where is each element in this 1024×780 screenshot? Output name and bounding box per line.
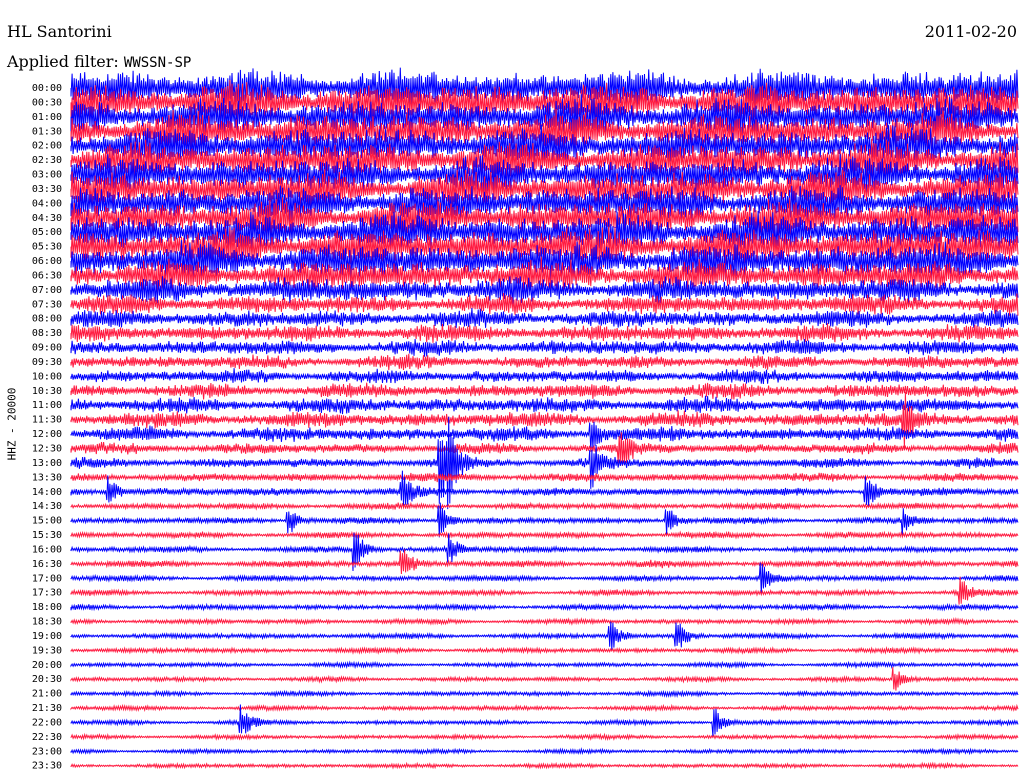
trace-row-2130 (70, 703, 1019, 713)
time-tick-label: 08:30 (32, 328, 62, 339)
time-tick-label: 06:00 (32, 256, 62, 267)
time-tick-label: 08:00 (32, 314, 62, 325)
time-tick-label: 10:00 (32, 371, 62, 382)
time-tick-label: 14:30 (32, 501, 62, 512)
trace-row-1100 (70, 395, 1019, 415)
time-tick-label: 18:30 (32, 617, 62, 628)
trace-row-0930 (70, 353, 1019, 371)
time-tick-label: 04:30 (32, 213, 62, 224)
time-tick-label: 04:00 (32, 198, 62, 209)
time-tick-label: 19:30 (32, 645, 62, 656)
trace-row-1130 (70, 391, 1019, 449)
time-tick-label: 20:30 (32, 674, 62, 685)
time-tick-label: 23:00 (32, 746, 62, 757)
trace-row-2100 (70, 689, 1019, 699)
trace-row-0800 (70, 307, 1019, 328)
time-tick-label: 10:30 (32, 386, 62, 397)
time-tick-label: 11:00 (32, 400, 62, 411)
time-tick-label: 20:00 (32, 660, 62, 671)
trace-row-1900 (70, 621, 1019, 651)
trace-row-1330 (70, 472, 1019, 483)
time-tick-label: 12:00 (32, 429, 62, 440)
time-tick-label: 22:30 (32, 732, 62, 743)
helicorder-plot: 00:00 00:30 01:00 01:30 02:00 02:30 03:00 03:30… (32, 67, 1019, 772)
time-tick-label: 05:30 (32, 242, 62, 253)
trace-row-0730 (70, 292, 1019, 316)
time-tick-label: 22:00 (32, 717, 62, 728)
trace-row-0900 (70, 338, 1019, 357)
time-tick-label: 07:30 (32, 299, 62, 310)
trace-row-1430 (70, 501, 1019, 511)
trace-row-0830 (70, 323, 1019, 343)
trace-row-2330 (70, 761, 1019, 770)
time-tick-label: 07:00 (32, 285, 62, 296)
time-tick-label: 12:30 (32, 444, 62, 455)
time-tick-label: 11:30 (32, 415, 62, 426)
trace-row-1800 (70, 602, 1019, 612)
time-tick-label: 19:00 (32, 631, 62, 642)
trace-row-2000 (70, 660, 1019, 670)
time-tick-label: 18:00 (32, 602, 62, 613)
time-tick-label: 17:00 (32, 573, 62, 584)
time-tick-label: 16:00 (32, 544, 62, 555)
time-tick-label: 03:30 (32, 184, 62, 195)
time-tick-label: 03:00 (32, 170, 62, 181)
time-tick-label: 21:30 (32, 703, 62, 714)
time-tick-label: 14:00 (32, 487, 62, 498)
trace-row-1030 (70, 382, 1019, 400)
time-tick-label: 02:30 (32, 155, 62, 166)
time-tick-label: 02:00 (32, 141, 62, 152)
time-tick-label: 01:00 (32, 112, 62, 123)
time-tick-label: 05:00 (32, 227, 62, 238)
time-tick-label: 16:30 (32, 559, 62, 570)
time-tick-label: 13:00 (32, 458, 62, 469)
time-tick-label: 00:30 (32, 97, 62, 108)
time-tick-label: 13:30 (32, 472, 62, 483)
trace-row-1830 (70, 617, 1019, 627)
trace-row-1000 (70, 368, 1019, 384)
time-tick-label: 01:30 (32, 126, 62, 137)
time-tick-label: 09:00 (32, 343, 62, 354)
trace-row-2030 (70, 667, 1019, 691)
time-tick-label: 21:00 (32, 689, 62, 700)
trace-row-1930 (70, 646, 1019, 655)
time-tick-label: 00:00 (32, 83, 62, 94)
time-tick-label: 15:00 (32, 516, 62, 527)
trace-row-2230 (70, 732, 1019, 741)
time-tick-label: 06:30 (32, 270, 62, 281)
time-tick-label: 09:30 (32, 357, 62, 368)
time-tick-label: 23:30 (32, 761, 62, 772)
trace-row-1530 (70, 530, 1019, 540)
time-tick-label: 15:30 (32, 530, 62, 541)
time-tick-label: 17:30 (32, 588, 62, 599)
trace-row-2300 (70, 747, 1019, 756)
trace-row-1630 (70, 549, 1019, 575)
